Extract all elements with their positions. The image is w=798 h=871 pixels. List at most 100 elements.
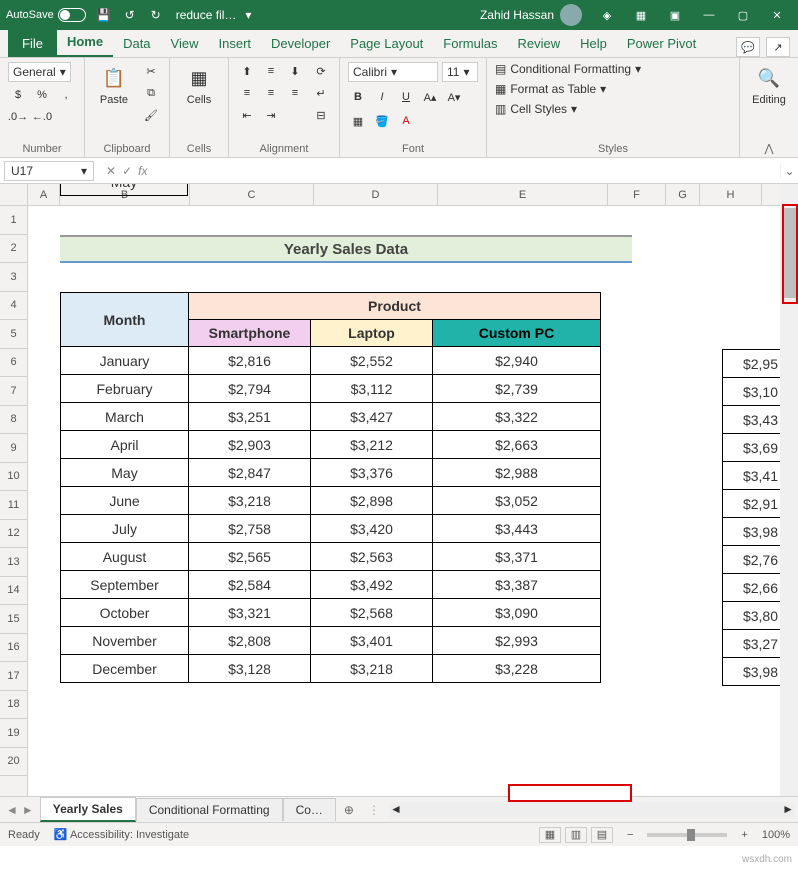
tab-help[interactable]: Help <box>570 30 617 57</box>
row-header[interactable]: 17 <box>0 662 27 691</box>
cell-custompc[interactable]: $2,663 <box>433 431 601 459</box>
cell-side[interactable]: $2,76 <box>723 546 783 574</box>
cell-month[interactable]: February <box>61 375 189 403</box>
row-header[interactable]: 8 <box>0 406 27 435</box>
cell-laptop[interactable]: $3,218 <box>311 655 433 683</box>
row-header[interactable]: 4 <box>0 292 27 321</box>
comments-icon[interactable]: 💬 <box>736 37 760 57</box>
cell-custompc[interactable]: $3,371 <box>433 543 601 571</box>
name-box[interactable]: U17▾ <box>4 161 94 181</box>
cell-month[interactable]: June <box>61 487 189 515</box>
accessibility-status[interactable]: ♿ Accessibility: Investigate <box>54 828 189 841</box>
col-header[interactable]: A <box>28 184 60 205</box>
row-header[interactable]: 18 <box>0 691 27 720</box>
page-layout-view-icon[interactable]: ▥ <box>565 827 587 843</box>
tab-data[interactable]: Data <box>113 30 160 57</box>
cell-custompc[interactable]: $3,090 <box>433 599 601 627</box>
cell-month[interactable]: April <box>61 431 189 459</box>
cells-button[interactable]: ▦ Cells <box>178 62 220 108</box>
bold-icon[interactable]: B <box>348 88 368 106</box>
cell-smartphone[interactable]: $3,251 <box>189 403 311 431</box>
row-header[interactable]: 16 <box>0 634 27 663</box>
zoom-level[interactable]: 100% <box>762 829 790 841</box>
cell-custompc[interactable]: $3,322 <box>433 403 601 431</box>
font-color-icon[interactable]: A <box>396 112 416 130</box>
row-header[interactable]: 9 <box>0 434 27 463</box>
cell-smartphone[interactable]: $2,816 <box>189 347 311 375</box>
maximize-button[interactable]: ▢ <box>728 1 758 29</box>
row-header[interactable]: 2 <box>0 235 27 264</box>
font-size-select[interactable]: 11▾ <box>442 62 478 82</box>
align-top-icon[interactable]: ⬆ <box>237 62 257 80</box>
cell-laptop[interactable]: $3,427 <box>311 403 433 431</box>
format-painter-icon[interactable]: 🖌 <box>141 106 161 124</box>
row-header[interactable]: 10 <box>0 463 27 492</box>
cell-custompc[interactable]: $2,988 <box>433 459 601 487</box>
percent-icon[interactable]: % <box>32 86 52 104</box>
align-left-icon[interactable]: ≡ <box>237 84 257 102</box>
cell-side[interactable]: $3,10 <box>723 378 783 406</box>
cut-icon[interactable]: ✂ <box>141 62 161 80</box>
minimize-button[interactable]: — <box>694 1 724 29</box>
align-middle-icon[interactable]: ≡ <box>261 62 281 80</box>
diamond-icon[interactable]: ◈ <box>592 1 622 29</box>
cell-custompc[interactable]: $3,052 <box>433 487 601 515</box>
cell-smartphone[interactable]: $3,128 <box>189 655 311 683</box>
cell-smartphone[interactable]: $3,218 <box>189 487 311 515</box>
collapse-ribbon-icon[interactable]: ⋀ <box>748 140 790 155</box>
copy-icon[interactable]: ⧉ <box>141 84 161 102</box>
cell-laptop[interactable]: $3,376 <box>311 459 433 487</box>
cell-side[interactable]: $3,80 <box>723 602 783 630</box>
cell-smartphone[interactable]: $2,808 <box>189 627 311 655</box>
merge-center-icon[interactable]: ⊟ <box>311 106 331 124</box>
sheet-nav-next-icon[interactable]: ► <box>22 803 34 817</box>
cell-smartphone[interactable]: $2,903 <box>189 431 311 459</box>
zoom-out-icon[interactable]: − <box>627 829 633 841</box>
tab-formulas[interactable]: Formulas <box>433 30 507 57</box>
new-sheet-icon[interactable]: ⊕ <box>336 803 362 817</box>
col-header[interactable]: H <box>700 184 762 205</box>
row-header[interactable]: 12 <box>0 520 27 549</box>
cell-laptop[interactable]: $2,568 <box>311 599 433 627</box>
cell-month[interactable]: August <box>61 543 189 571</box>
cell-side[interactable]: $2,95 <box>723 350 783 378</box>
document-name[interactable]: reduce fil… <box>176 8 237 22</box>
cell-month[interactable]: March <box>61 403 189 431</box>
cell-side[interactable]: $3,41 <box>723 462 783 490</box>
cell-custompc[interactable]: $3,387 <box>433 571 601 599</box>
row-header[interactable]: 13 <box>0 548 27 577</box>
cell-side[interactable]: $3,43 <box>723 406 783 434</box>
grid-icon[interactable]: ▦ <box>626 1 656 29</box>
tab-insert[interactable]: Insert <box>209 30 262 57</box>
cell-side[interactable]: $3,27 <box>723 630 783 658</box>
cell-laptop[interactable]: $3,492 <box>311 571 433 599</box>
horizontal-scrollbar[interactable]: ◄ ► <box>390 802 794 818</box>
col-header[interactable]: C <box>190 184 314 205</box>
tab-developer[interactable]: Developer <box>261 30 340 57</box>
format-as-table-button[interactable]: ▦Format as Table▾ <box>495 82 606 96</box>
tab-file[interactable]: File <box>8 30 57 57</box>
increase-indent-icon[interactable]: ⇥ <box>261 106 281 124</box>
tab-view[interactable]: View <box>161 30 209 57</box>
col-header[interactable]: D <box>314 184 438 205</box>
cell-laptop[interactable]: $2,552 <box>311 347 433 375</box>
grow-font-icon[interactable]: A▴ <box>420 88 440 106</box>
zoom-in-icon[interactable]: + <box>741 829 747 841</box>
align-center-icon[interactable]: ≡ <box>261 84 281 102</box>
cell-month[interactable]: January <box>61 347 189 375</box>
cell-laptop[interactable]: $3,212 <box>311 431 433 459</box>
align-bottom-icon[interactable]: ⬇ <box>285 62 305 80</box>
cell-smartphone[interactable]: $2,584 <box>189 571 311 599</box>
row-header[interactable]: 6 <box>0 349 27 378</box>
sheet-tab-more[interactable]: Co… <box>283 798 336 821</box>
cell-month[interactable]: September <box>61 571 189 599</box>
cell-side[interactable]: $2,66 <box>723 574 783 602</box>
cell-custompc[interactable]: $2,993 <box>433 627 601 655</box>
row-header[interactable]: 19 <box>0 719 27 748</box>
undo-icon[interactable]: ↺ <box>122 7 138 23</box>
normal-view-icon[interactable]: ▦ <box>539 827 561 843</box>
cell-side[interactable]: $3,98 <box>723 518 783 546</box>
cell-side[interactable]: $3,69 <box>723 434 783 462</box>
redo-icon[interactable]: ↻ <box>148 7 164 23</box>
cell-styles-button[interactable]: ▥Cell Styles▾ <box>495 102 577 116</box>
